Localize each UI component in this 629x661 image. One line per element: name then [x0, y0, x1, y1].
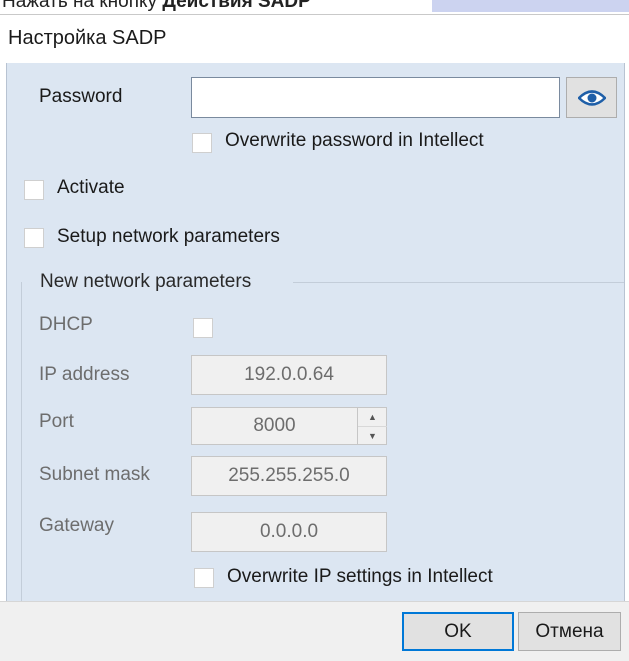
page-caption: Нажать на кнопку Действия SADP [2, 0, 311, 13]
cancel-button[interactable]: Отмена [518, 612, 621, 651]
ip-address-input[interactable]: 192.0.0.64 [191, 355, 387, 395]
page-caption-prefix: Нажать на кнопку [2, 0, 163, 12]
network-group-label: New network parameters [40, 271, 256, 293]
setup-network-label: Setup network parameters [57, 226, 280, 247]
spinner-up-icon[interactable]: ▲ [358, 408, 387, 427]
subnet-mask-label: Subnet mask [39, 464, 150, 485]
dialog-title-bar: Настройка SADP [0, 14, 629, 63]
show-password-button[interactable] [566, 77, 617, 118]
overwrite-password-checkbox[interactable] [192, 133, 212, 153]
setup-network-checkbox[interactable] [24, 228, 44, 248]
spinner-down-icon[interactable]: ▼ [358, 427, 387, 445]
password-label: Password [39, 86, 123, 107]
ok-button[interactable]: OK [402, 612, 514, 651]
activate-label: Activate [57, 177, 125, 198]
subnet-mask-input[interactable]: 255.255.255.0 [191, 456, 387, 496]
overwrite-ip-checkbox[interactable] [194, 568, 214, 588]
gateway-input[interactable]: 0.0.0.0 [191, 512, 387, 552]
port-input[interactable]: 8000 [191, 407, 357, 445]
page-caption-strip: Нажать на кнопку Действия SADP [0, 0, 629, 14]
activate-checkbox[interactable] [24, 180, 44, 200]
dialog-body: Password Overwrite password in Intellect… [6, 63, 625, 602]
caption-highlight [432, 0, 629, 12]
ip-address-label: IP address [39, 364, 130, 385]
gateway-label: Gateway [39, 515, 114, 536]
dialog-footer: OK Отмена [0, 601, 629, 661]
network-group-divider [293, 282, 624, 283]
eye-icon [578, 90, 606, 106]
overwrite-password-label: Overwrite password in Intellect [225, 130, 484, 151]
port-label: Port [39, 411, 74, 432]
overwrite-ip-label: Overwrite IP settings in Intellect [227, 566, 493, 587]
dhcp-checkbox[interactable] [193, 318, 213, 338]
password-input[interactable] [191, 77, 560, 118]
dialog-title: Настройка SADP [8, 27, 167, 49]
page-caption-bold: Действия SADP [162, 0, 311, 12]
dhcp-label: DHCP [39, 314, 93, 335]
port-spinner[interactable]: ▲ ▼ [357, 407, 387, 445]
